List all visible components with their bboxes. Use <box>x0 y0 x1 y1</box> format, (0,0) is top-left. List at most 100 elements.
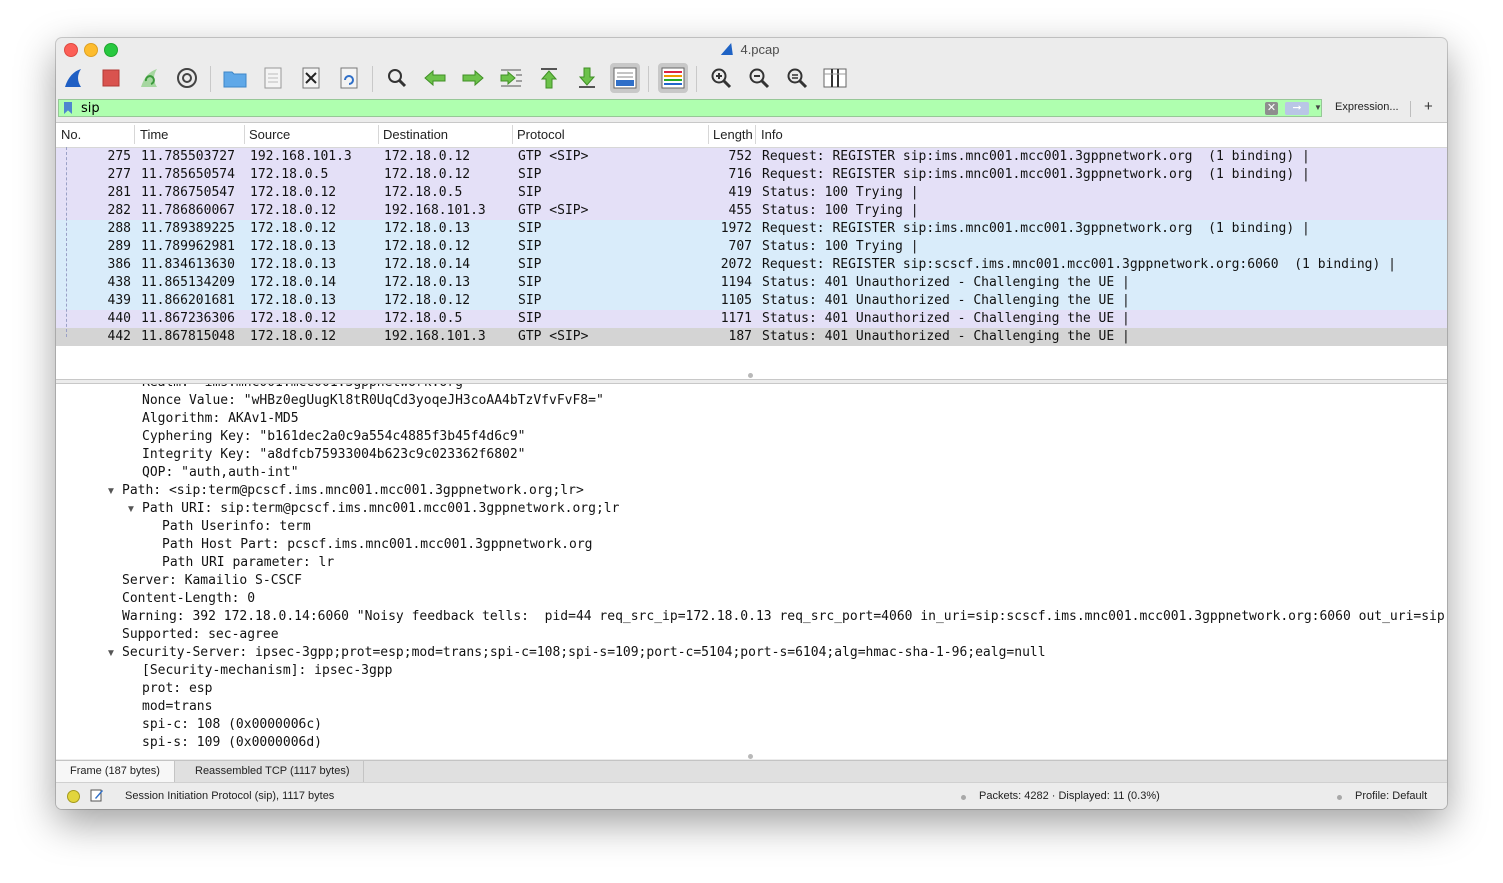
pane-splitter-handle[interactable] <box>748 754 753 759</box>
packet-number: 282 <box>107 203 131 218</box>
packet-row[interactable]: 440 11.867236306 172.18.0.12 172.18.0.5 SIP 1… <box>56 310 1447 328</box>
go-back-button[interactable] <box>420 63 450 93</box>
packet-time: 11.834613630 <box>141 257 235 272</box>
column-divider[interactable] <box>708 125 709 144</box>
detail-tree-item[interactable]: mod=trans <box>142 699 212 714</box>
detail-tree-item[interactable]: Realm: "ims.mnc001.mcc001.3gppnetwork.or… <box>142 384 471 390</box>
detail-tree-item[interactable]: spi-s: 109 (0x0000006d) <box>142 735 322 750</box>
go-last-button[interactable] <box>572 63 602 93</box>
tab-frame-bytes[interactable]: Frame (187 bytes) <box>56 761 175 782</box>
detail-tree-item[interactable]: prot: esp <box>142 681 212 696</box>
column-header-info[interactable]: Info <box>761 127 783 142</box>
expert-info-icon[interactable] <box>67 790 80 803</box>
detail-tree-item[interactable]: Algorithm: AKAv1-MD5 <box>142 411 299 426</box>
packet-destination: 172.18.0.13 <box>384 221 471 236</box>
zoom-out-button[interactable] <box>744 63 774 93</box>
detail-tree-item[interactable]: Warning: 392 172.18.0.14:6060 "Noisy fee… <box>122 609 1447 624</box>
packet-row[interactable]: 442 11.867815048 172.18.0.12 192.168.101.3 G… <box>56 328 1447 346</box>
detail-tree-item[interactable]: Security-Server: ipsec-3gpp;prot=esp;mod… <box>122 645 1046 660</box>
detail-tree-item[interactable]: Nonce Value: "wHBz0egUugKl8tR0UqCd3yoqeJ… <box>142 393 604 408</box>
detail-tree-item[interactable]: spi-c: 108 (0x0000006c) <box>142 717 322 732</box>
column-header-destination[interactable]: Destination <box>383 127 448 142</box>
column-divider[interactable] <box>378 125 379 144</box>
detail-tree-item[interactable]: Server: Kamailio S-CSCF <box>122 573 302 588</box>
resize-columns-button[interactable] <box>820 63 850 93</box>
wireshark-window: 4.pcap sip ✕ ➞ ▼ Expression... + No. Tim… <box>56 38 1447 809</box>
auto-scroll-button[interactable] <box>610 63 640 93</box>
detail-tree-item[interactable]: Integrity Key: "a8dfcb75933004b623c9c023… <box>142 447 526 462</box>
packet-row[interactable]: 288 11.789389225 172.18.0.12 172.18.0.13 SIP… <box>56 220 1447 238</box>
column-divider[interactable] <box>134 125 135 144</box>
packet-destination: 192.168.101.3 <box>384 329 486 344</box>
column-divider[interactable] <box>512 125 513 144</box>
packet-row[interactable]: 439 11.866201681 172.18.0.13 172.18.0.12 SIP… <box>56 292 1447 310</box>
display-filter-input[interactable]: sip ✕ ➞ ▼ <box>58 99 1322 117</box>
packet-row[interactable]: 386 11.834613630 172.18.0.13 172.18.0.14 SIP… <box>56 256 1447 274</box>
packet-row[interactable]: 289 11.789962981 172.18.0.13 172.18.0.12 SIP… <box>56 238 1447 256</box>
packet-row[interactable]: 281 11.786750547 172.18.0.12 172.18.0.5 SIP 4… <box>56 184 1447 202</box>
detail-tree-item[interactable]: Content-Length: 0 <box>122 591 255 606</box>
expand-chevron-down-icon[interactable]: ▼ <box>106 486 116 497</box>
packet-info: Request: REGISTER sip:scscf.ims.mnc001.m… <box>762 257 1396 272</box>
detail-tree-item[interactable]: Cyphering Key: "b161dec2a0c9a554c4885f3b… <box>142 429 526 444</box>
column-header-length[interactable]: Length <box>713 127 753 142</box>
filter-divider <box>1410 101 1411 117</box>
open-file-button[interactable] <box>220 63 250 93</box>
packet-row[interactable]: 275 11.785503727 192.168.101.3 172.18.0.12 G… <box>56 148 1447 166</box>
go-first-button[interactable] <box>534 63 564 93</box>
pane-splitter-handle[interactable] <box>748 373 753 378</box>
bookmark-icon[interactable] <box>64 102 72 114</box>
packet-row[interactable]: 282 11.786860067 172.18.0.12 192.168.101.3 G… <box>56 202 1447 220</box>
go-forward-button[interactable] <box>458 63 488 93</box>
status-profile[interactable]: Profile: Default <box>1355 790 1427 802</box>
zoom-in-button[interactable] <box>706 63 736 93</box>
column-header-time[interactable]: Time <box>140 127 168 142</box>
expression-button[interactable]: Expression... <box>1335 101 1399 113</box>
column-divider[interactable] <box>244 125 245 144</box>
capture-options-button[interactable] <box>172 63 202 93</box>
find-packet-button[interactable] <box>382 63 412 93</box>
display-filter-bar: sip ✕ ➞ ▼ Expression... + <box>56 98 1447 120</box>
detail-tree-item[interactable]: Path Host Part: pcscf.ims.mnc001.mcc001.… <box>162 537 592 552</box>
column-header-source[interactable]: Source <box>249 127 290 142</box>
detail-tree-item[interactable]: Supported: sec-agree <box>122 627 279 642</box>
packet-protocol: SIP <box>518 167 542 182</box>
expand-chevron-down-icon[interactable]: ▼ <box>106 648 116 659</box>
capture-comment-icon[interactable] <box>90 788 104 802</box>
colorize-button[interactable] <box>658 63 688 93</box>
apply-filter-icon[interactable]: ➞ <box>1285 102 1309 115</box>
normal-size-button[interactable] <box>782 63 812 93</box>
clear-filter-icon[interactable]: ✕ <box>1265 102 1278 115</box>
detail-tree-item[interactable]: Path URI: sip:term@pcscf.ims.mnc001.mcc0… <box>142 501 619 516</box>
column-header-protocol[interactable]: Protocol <box>517 127 565 142</box>
go-to-packet-button[interactable] <box>496 63 526 93</box>
packet-time: 11.865134209 <box>141 275 235 290</box>
column-header-no[interactable]: No. <box>61 127 81 142</box>
column-divider[interactable] <box>755 125 756 144</box>
toolbar-separator <box>648 66 649 92</box>
window-title: 4.pcap <box>56 42 1447 57</box>
filter-history-chevron-down-icon[interactable]: ▼ <box>1314 103 1322 112</box>
expand-chevron-down-icon[interactable]: ▼ <box>126 504 136 515</box>
detail-tree-item[interactable]: QOP: "auth,auth-int" <box>142 465 299 480</box>
start-capture-button[interactable] <box>58 63 88 93</box>
close-file-button[interactable] <box>296 63 326 93</box>
reload-file-button[interactable] <box>334 63 364 93</box>
packet-row[interactable]: 438 11.865134209 172.18.0.14 172.18.0.13 SIP… <box>56 274 1447 292</box>
save-file-button[interactable] <box>258 63 288 93</box>
detail-tree-item[interactable]: [Security-mechanism]: ipsec-3gpp <box>142 663 392 678</box>
zoom-in-icon <box>711 68 732 89</box>
conversation-gutter-line <box>66 147 67 337</box>
stop-capture-button[interactable] <box>96 63 126 93</box>
add-filter-button[interactable]: + <box>1424 98 1433 115</box>
detail-tree-item[interactable]: Path: <sip:term@pcscf.ims.mnc001.mcc001.… <box>122 483 584 498</box>
detail-tree-item[interactable]: Path Userinfo: term <box>162 519 311 534</box>
detail-tree-item[interactable]: Path URI parameter: lr <box>162 555 334 570</box>
packet-time: 11.789389225 <box>141 221 235 236</box>
display-filter-value[interactable]: sip <box>81 101 100 116</box>
packet-row[interactable]: 277 11.785650574 172.18.0.5 172.18.0.12 SIP 7… <box>56 166 1447 184</box>
restart-capture-button[interactable] <box>134 63 164 93</box>
tab-reassembled-tcp[interactable]: Reassembled TCP (1117 bytes) <box>181 761 365 782</box>
packet-info: Status: 401 Unauthorized - Challenging t… <box>762 311 1130 326</box>
status-bullet <box>1337 795 1342 800</box>
